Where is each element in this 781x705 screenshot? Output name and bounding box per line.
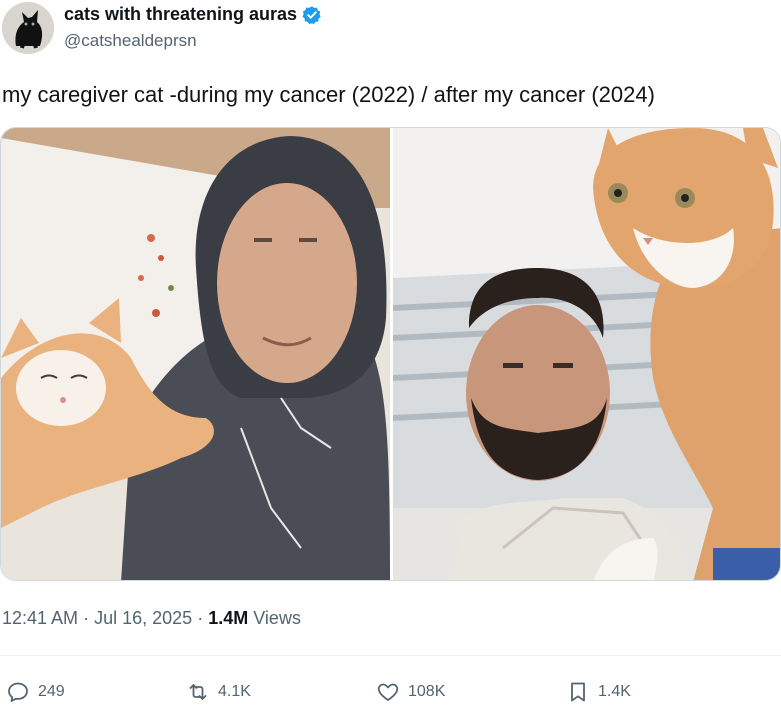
meta-separator: · (197, 608, 204, 628)
photo-during-cancer[interactable] (1, 128, 390, 580)
repost-count: 4.1K (218, 683, 251, 700)
photo-during-cancer-image (1, 128, 390, 580)
like-count: 108K (408, 683, 446, 700)
like-button[interactable]: 108K (376, 680, 445, 704)
reply-icon (8, 682, 28, 702)
divider (0, 655, 781, 656)
bookmark-count: 1.4K (598, 683, 631, 700)
reply-button[interactable]: 249 (6, 680, 65, 704)
views-label: Views (253, 608, 301, 628)
reply-count: 249 (38, 683, 65, 700)
meta-separator: · (83, 608, 90, 628)
verified-badge-icon (302, 5, 321, 24)
media-grid[interactable] (0, 127, 781, 581)
tweet-text: my caregiver cat -during my cancer (2022… (2, 82, 655, 107)
heart-icon (377, 683, 399, 701)
author-name-row[interactable]: cats with threatening auras (64, 4, 322, 25)
bookmark-button[interactable]: 1.4K (566, 680, 631, 704)
author-handle[interactable]: @catshealdeprsn (64, 31, 197, 51)
bookmark-icon (571, 682, 585, 702)
author-name[interactable]: cats with threatening auras (64, 4, 297, 25)
repost-button[interactable]: 4.1K (186, 680, 251, 704)
tweet-date[interactable]: Jul 16, 2025 (94, 608, 192, 628)
views-count: 1.4M (208, 608, 249, 628)
photo-after-cancer-image (392, 128, 780, 580)
black-cat-avatar-icon (2, 2, 54, 54)
photo-after-cancer[interactable] (392, 128, 780, 580)
repost-icon (189, 684, 207, 700)
avatar[interactable] (2, 2, 54, 54)
tweet-meta: 12:41 AM · Jul 16, 2025 · 1.4M Views (2, 608, 301, 629)
tweet-time[interactable]: 12:41 AM (2, 608, 78, 628)
